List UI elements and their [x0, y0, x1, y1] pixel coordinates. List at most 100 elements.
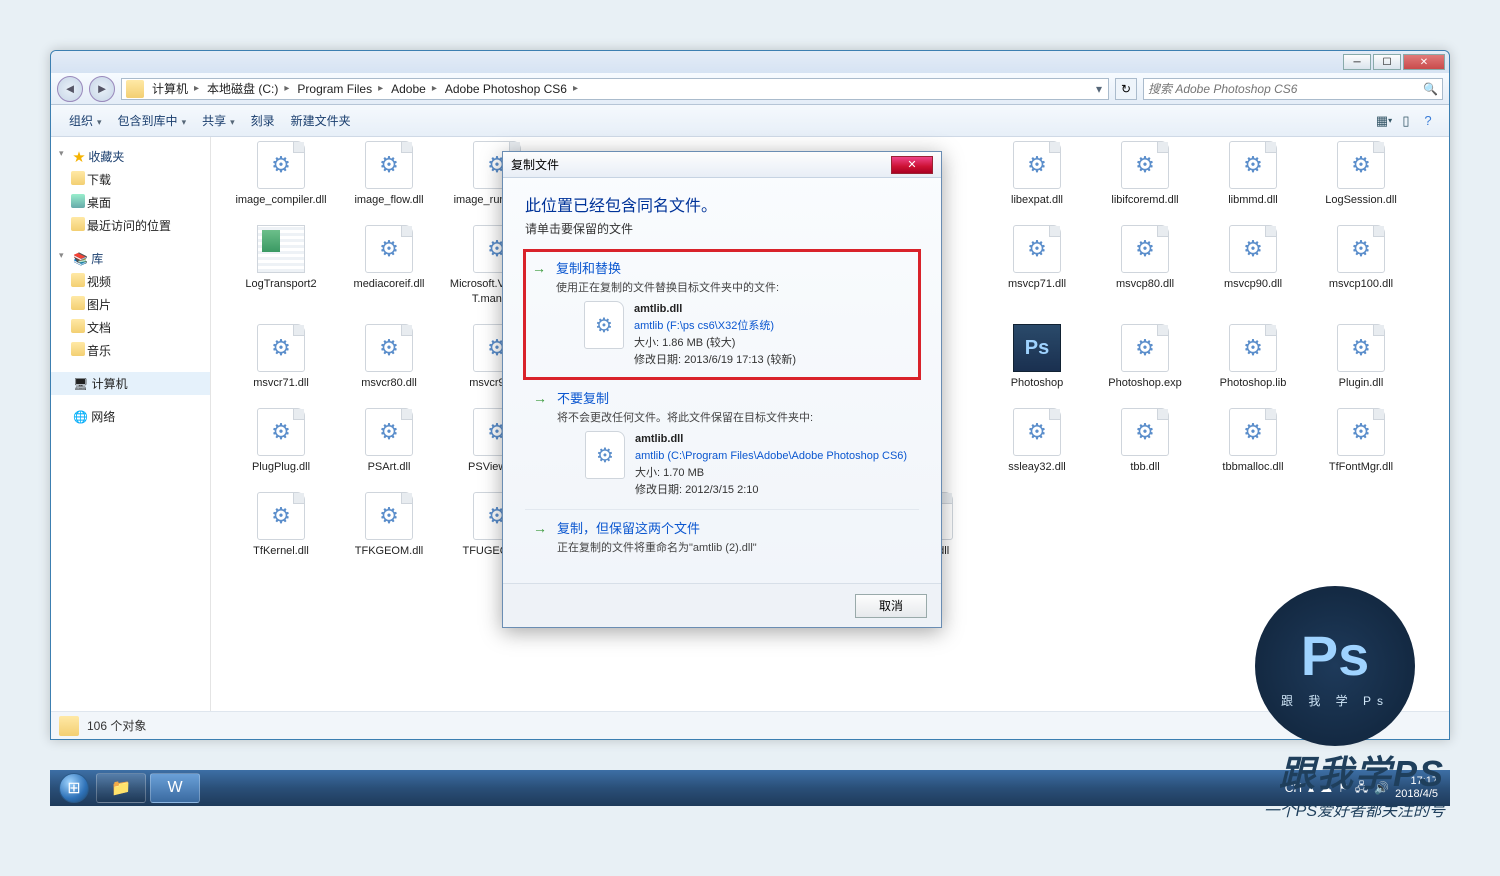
exe-icon — [1013, 324, 1061, 372]
sidebar-downloads[interactable]: 下载 — [51, 168, 210, 191]
file-item[interactable]: msvcp71.dll — [987, 225, 1087, 306]
file-label: LogSession.dll — [1325, 193, 1397, 207]
start-button[interactable] — [54, 772, 94, 804]
dll-icon — [257, 492, 305, 540]
dll-icon — [365, 141, 413, 189]
file-label: TfKernel.dll — [253, 544, 309, 558]
breadcrumb[interactable]: Program Files — [293, 82, 387, 96]
sidebar-recent[interactable]: 最近访问的位置 — [51, 214, 210, 237]
file-item[interactable]: msvcp90.dll — [1203, 225, 1303, 306]
newfolder-button[interactable]: 新建文件夹 — [283, 108, 359, 133]
sidebar-libraries[interactable]: 📚 库 — [51, 247, 210, 270]
sidebar-desktop[interactable]: 桌面 — [51, 191, 210, 214]
dll-icon — [257, 225, 305, 273]
search-box[interactable]: 🔍 — [1143, 78, 1443, 100]
dll-icon — [365, 492, 413, 540]
file-item[interactable]: LogTransport2 — [231, 225, 331, 306]
file-label: msvcp71.dll — [1008, 277, 1066, 291]
file-item[interactable]: LogSession.dll — [1311, 141, 1411, 207]
dll-icon — [1013, 225, 1061, 273]
file-item[interactable]: Photoshop.exp — [1095, 324, 1195, 390]
file-label: msvcr80.dll — [361, 376, 417, 390]
file-item[interactable]: Plugin.dll — [1311, 324, 1411, 390]
refresh-button[interactable]: ↻ — [1115, 78, 1137, 100]
file-label: msvcp100.dll — [1329, 277, 1393, 291]
file-item[interactable]: Photoshop.lib — [1203, 324, 1303, 390]
maximize-button[interactable]: ☐ — [1373, 54, 1401, 70]
file-item[interactable]: PSArt.dll — [339, 408, 439, 474]
file-item[interactable]: image_compiler.dll — [231, 141, 331, 207]
file-item[interactable]: msvcr71.dll — [231, 324, 331, 390]
file-item[interactable]: tbb.dll — [1095, 408, 1195, 474]
option-keep-both[interactable]: 复制，但保留这两个文件 正在复制的文件将重命名为"amtlib (2).dll" — [525, 510, 919, 571]
file-label: PSArt.dll — [368, 460, 411, 474]
cancel-button[interactable]: 取消 — [855, 594, 927, 618]
help-button[interactable]: ? — [1417, 110, 1439, 132]
sidebar-computer[interactable]: 🖥 计算机 — [51, 372, 210, 395]
task-explorer[interactable]: 📁 — [96, 773, 146, 803]
file-item[interactable]: Photoshop — [987, 324, 1087, 390]
back-button[interactable]: ◄ — [57, 76, 83, 102]
dll-icon — [257, 408, 305, 456]
search-input[interactable] — [1148, 82, 1423, 96]
file-label: libifcoremd.dll — [1111, 193, 1178, 207]
watermark-text: 跟我学PS 一个PS爱好者都关注的号 — [1264, 745, 1445, 821]
organize-button[interactable]: 组织 — [61, 108, 110, 133]
dll-icon — [1337, 225, 1385, 273]
file-label: msvcp90.dll — [1224, 277, 1282, 291]
file-item[interactable]: image_flow.dll — [339, 141, 439, 207]
dll-icon — [365, 324, 413, 372]
file-label: libmmd.dll — [1228, 193, 1278, 207]
sidebar-favorites[interactable]: ★ 收藏夹 — [51, 145, 210, 168]
view-button[interactable]: ▦▾ — [1373, 110, 1395, 132]
breadcrumb[interactable]: 本地磁盘 (C:) — [203, 80, 293, 97]
share-button[interactable]: 共享 — [194, 108, 243, 133]
forward-button[interactable]: ► — [89, 76, 115, 102]
minimize-button[interactable]: ─ — [1343, 54, 1371, 70]
dll-icon — [1229, 408, 1277, 456]
file-item[interactable]: tbbmalloc.dll — [1203, 408, 1303, 474]
breadcrumb[interactable]: 计算机 — [148, 80, 203, 97]
taskbar: 📁 W CH ▴ ☁ ⚑ 🖧 🔊 17:17 2018/4/5 — [50, 770, 1450, 806]
burn-button[interactable]: 刻录 — [243, 108, 283, 133]
dll-icon — [1121, 141, 1169, 189]
dll-icon — [1229, 225, 1277, 273]
option-dont-copy[interactable]: 不要复制 将不会更改任何文件。将此文件保留在目标文件夹中: amtlib.dll… — [525, 380, 919, 510]
sidebar-pictures[interactable]: 图片 — [51, 293, 210, 316]
dropdown-icon[interactable]: ▾ — [1090, 82, 1108, 96]
option-copy-replace[interactable]: 复制和替换 使用正在复制的文件替换目标文件夹中的文件: amtlib.dll a… — [523, 249, 921, 380]
dll-icon — [1337, 408, 1385, 456]
dll-icon — [1121, 324, 1169, 372]
file-item[interactable]: msvcp100.dll — [1311, 225, 1411, 306]
dll-icon — [1121, 225, 1169, 273]
sidebar-documents[interactable]: 文档 — [51, 316, 210, 339]
file-item[interactable]: msvcp80.dll — [1095, 225, 1195, 306]
file-item[interactable]: libmmd.dll — [1203, 141, 1303, 207]
breadcrumb[interactable]: Adobe — [387, 82, 441, 96]
file-item[interactable]: PlugPlug.dll — [231, 408, 331, 474]
file-item[interactable]: libexpat.dll — [987, 141, 1087, 207]
close-button[interactable]: ✕ — [1403, 54, 1445, 70]
task-word[interactable]: W — [150, 773, 200, 803]
file-item[interactable]: TfFontMgr.dll — [1311, 408, 1411, 474]
breadcrumb[interactable]: Adobe Photoshop CS6 — [441, 82, 582, 96]
dialog-close-button[interactable]: ✕ — [891, 156, 933, 174]
file-item[interactable]: ssleay32.dll — [987, 408, 1087, 474]
file-item[interactable]: TFKGEOM.dll — [339, 492, 439, 573]
sidebar-music[interactable]: 音乐 — [51, 339, 210, 362]
file-item[interactable]: libifcoremd.dll — [1095, 141, 1195, 207]
file-label: msvcp80.dll — [1116, 277, 1174, 291]
search-icon: 🔍 — [1423, 82, 1438, 96]
file-label: Photoshop.exp — [1108, 376, 1181, 390]
sidebar-video[interactable]: 视频 — [51, 270, 210, 293]
file-label: Photoshop.lib — [1220, 376, 1287, 390]
dialog-sub-text: 请单击要保留的文件 — [525, 220, 919, 237]
file-item[interactable]: TfKernel.dll — [231, 492, 331, 573]
include-button[interactable]: 包含到库中 — [110, 108, 195, 133]
dll-icon — [1229, 141, 1277, 189]
preview-pane-button[interactable]: ▯ — [1395, 110, 1417, 132]
sidebar-network[interactable]: 🌐 网络 — [51, 405, 210, 428]
file-item[interactable]: mediacoreif.dll — [339, 225, 439, 306]
address-bar[interactable]: 计算机 本地磁盘 (C:) Program Files Adobe Adobe … — [121, 78, 1109, 100]
file-item[interactable]: msvcr80.dll — [339, 324, 439, 390]
